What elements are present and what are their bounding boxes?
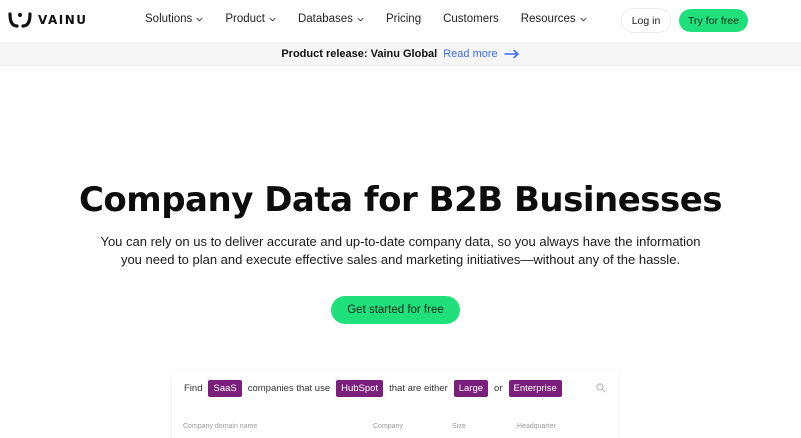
chevron-down-icon xyxy=(269,17,276,22)
nav-solutions-label: Solutions xyxy=(145,13,193,25)
hero-title: Company Data for B2B Businesses xyxy=(78,180,723,220)
nav-product-label: Product xyxy=(225,13,265,25)
chevron-down-icon xyxy=(357,17,364,22)
column-header-domain: Company domain name xyxy=(183,423,258,430)
search-query: Find SaaS companies that use HubSpot tha… xyxy=(184,380,562,397)
announcement-bar: Product release: Vainu Global Read more xyxy=(0,42,801,66)
chevron-down-icon xyxy=(196,17,203,22)
query-text-3: or xyxy=(494,383,503,394)
query-text-1: companies that use xyxy=(247,383,331,394)
read-more-label: Read more xyxy=(443,47,498,60)
main-nav: Solutions Product Databases Pricing Cust… xyxy=(145,13,587,25)
column-header-company: Company xyxy=(373,423,403,430)
nav-solutions[interactable]: Solutions xyxy=(145,13,203,25)
nav-customers[interactable]: Customers xyxy=(443,13,499,25)
chip-enterprise[interactable]: Enterprise xyxy=(508,380,562,397)
vainu-logo-icon xyxy=(8,12,32,28)
try-for-free-button[interactable]: Try for free xyxy=(679,9,748,32)
login-button[interactable]: Log in xyxy=(622,9,670,32)
nav-pricing[interactable]: Pricing xyxy=(386,13,421,25)
search-icon[interactable] xyxy=(596,383,606,393)
nav-resources-label: Resources xyxy=(520,13,576,25)
chip-large[interactable]: Large xyxy=(453,380,489,397)
arrow-right-icon xyxy=(503,49,519,58)
chip-saas[interactable]: SaaS xyxy=(208,380,242,397)
nav-databases[interactable]: Databases xyxy=(298,13,364,25)
nav-customers-label: Customers xyxy=(443,13,499,25)
chevron-down-icon xyxy=(580,17,587,22)
hero-subtitle-line-2: you need to plan and execute effective s… xyxy=(120,252,681,267)
nav-product[interactable]: Product xyxy=(225,13,276,25)
chip-hubspot[interactable]: HubSpot xyxy=(336,380,384,397)
hero-subtitle-line-1: You can rely on us to deliver accurate a… xyxy=(100,234,701,249)
column-header-size: Size xyxy=(452,423,466,430)
hero-subtitle: You can rely on us to deliver accurate a… xyxy=(60,233,741,269)
nav-databases-label: Databases xyxy=(297,13,353,25)
nav-resources[interactable]: Resources xyxy=(521,13,587,25)
get-started-button[interactable]: Get started for free xyxy=(331,296,460,324)
find-label: Find xyxy=(184,383,203,394)
announcement-text: Product release: Vainu Global xyxy=(281,47,438,60)
vainu-logo[interactable]: VAINU xyxy=(8,11,88,29)
column-header-headquarter: Headquarter xyxy=(517,423,556,430)
top-nav-bar: VAINU Solutions Product Databases Pricin… xyxy=(0,0,801,42)
nav-pricing-label: Pricing xyxy=(385,13,422,25)
brand-name: VAINU xyxy=(38,13,88,27)
query-text-2: that are either xyxy=(389,383,448,394)
read-more-link[interactable]: Read more xyxy=(443,48,519,60)
